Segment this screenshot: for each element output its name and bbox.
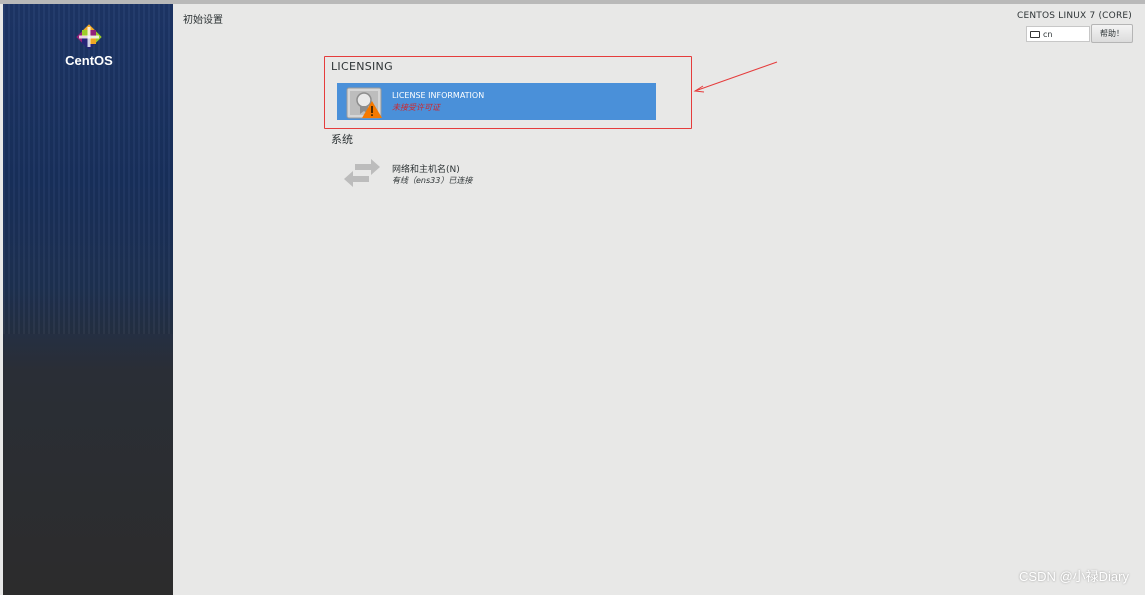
help-button[interactable]: 帮助！ — [1091, 24, 1133, 43]
main-area: 初始设置 CENTOS LINUX 7 (CORE) cn 帮助！ LICENS… — [173, 4, 1145, 595]
license-information-spoke[interactable]: LICENSE INFORMATION 未接受许可证 — [337, 83, 656, 120]
network-spoke-label: 网络和主机名(N) — [392, 165, 460, 175]
logo-text: CentOS — [65, 53, 113, 68]
centos-logo-icon — [76, 24, 102, 50]
license-spoke-status: 未接受许可证 — [392, 103, 440, 112]
keyboard-layout-label: cn — [1043, 29, 1053, 39]
network-spoke-status: 有线（ens33）已连接 — [392, 176, 473, 185]
sidebar: CentOS — [3, 4, 173, 595]
keyboard-icon — [1030, 30, 1040, 38]
keyboard-layout-indicator[interactable]: cn — [1026, 26, 1090, 42]
centos-logo: CentOS — [61, 23, 117, 68]
page-title: 初始设置 — [183, 15, 223, 26]
network-arrows-icon — [344, 159, 380, 187]
csdn-watermark: CSDN @小禄Diary — [1019, 569, 1129, 584]
product-name: CENTOS LINUX 7 (CORE) — [1017, 11, 1132, 21]
system-section-title: 系统 — [331, 133, 353, 146]
network-hostname-spoke[interactable]: 网络和主机名(N) 有线（ens33）已连接 — [337, 152, 537, 194]
license-spoke-label: LICENSE INFORMATION — [392, 91, 485, 100]
licensing-section-title: LICENSING — [331, 60, 393, 73]
license-warning-icon — [346, 87, 382, 119]
